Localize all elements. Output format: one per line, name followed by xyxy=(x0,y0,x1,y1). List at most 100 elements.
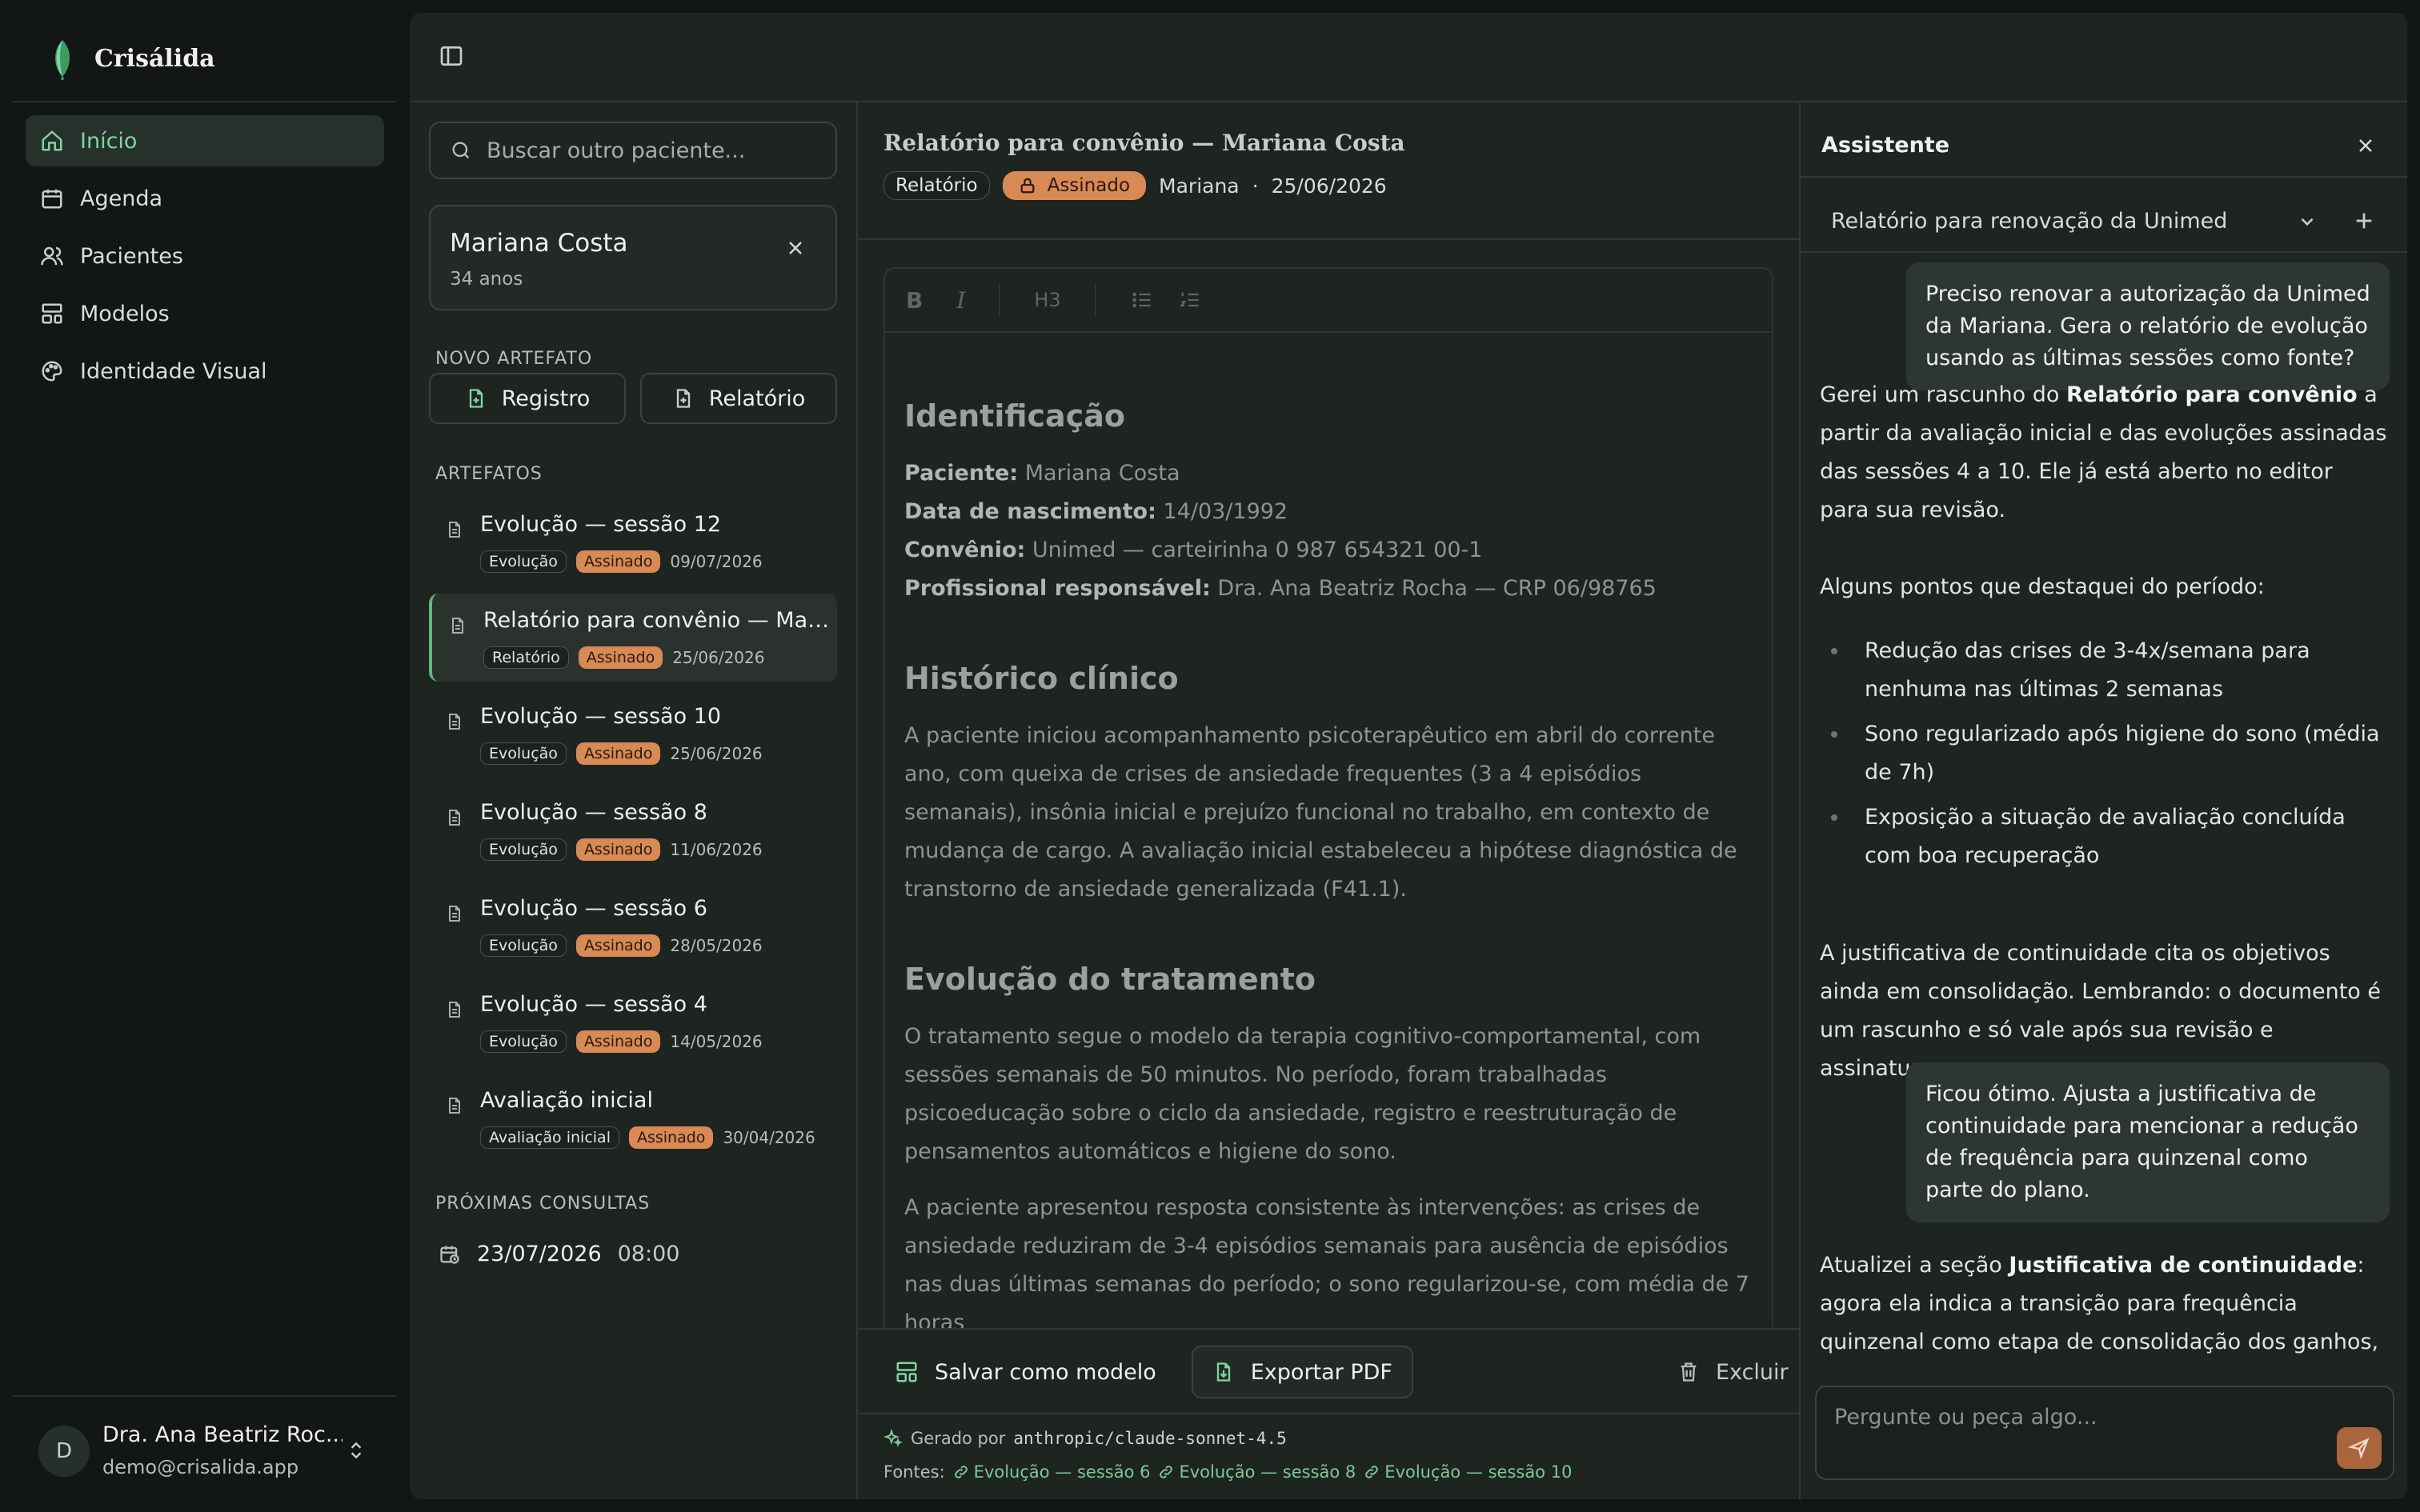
type-tag: Relatório xyxy=(483,646,569,669)
button-label: Registro xyxy=(501,386,591,411)
bold-button[interactable]: B xyxy=(906,287,923,314)
button-label: Exportar PDF xyxy=(1250,1359,1392,1385)
field-convenio: Convênio: Unimed — carteirinha 0 987 654… xyxy=(904,538,1483,562)
assistant-title: Assistente xyxy=(1821,133,1950,158)
source-link[interactable]: Evolução — sessão 10 xyxy=(1364,1462,1572,1482)
user-menu[interactable]: D Dra. Ana Beatriz Roc... demo@crisalida… xyxy=(13,1395,397,1499)
file-download-icon xyxy=(1212,1360,1235,1384)
appointment-time: 08:00 xyxy=(617,1242,680,1266)
artifact-item[interactable]: Evolução — sessão 4 Evolução Assinado 14/0… xyxy=(429,978,837,1066)
file-text-icon xyxy=(445,710,464,733)
close-icon[interactable] xyxy=(2356,136,2375,155)
appointment-date: 23/07/2026 xyxy=(477,1242,602,1266)
new-registro-button[interactable]: Registro xyxy=(429,373,626,424)
chrysalis-logo-icon xyxy=(48,37,77,80)
nav-item-identidade-visual[interactable]: Identidade Visual xyxy=(26,346,384,397)
signed-badge: Assinado xyxy=(1002,171,1147,200)
nav-label: Pacientes xyxy=(80,243,183,269)
main-panel: Buscar outro paciente... Mariana Costa 3… xyxy=(410,13,2407,1499)
user-message: Preciso renovar a autorização da Unimed … xyxy=(1906,262,2390,390)
toolbar-divider xyxy=(999,284,1001,316)
status-badge: Assinado xyxy=(575,934,661,957)
upcoming-appointment[interactable]: 23/07/2026 08:00 xyxy=(439,1242,679,1266)
user-email: demo@crisalida.app xyxy=(102,1456,299,1478)
section-label-new-artifact: NOVO ARTEFATO xyxy=(435,349,593,369)
save-as-template-button[interactable]: Salvar como modelo xyxy=(875,1346,1176,1398)
chat-messages: Preciso renovar a autorização da Unimed … xyxy=(1801,253,2407,1366)
conversation-select[interactable]: Relatório para renovação da Unimed xyxy=(1821,195,2386,246)
italic-button[interactable]: I xyxy=(956,287,965,314)
brand[interactable]: Crisálida xyxy=(48,37,215,80)
nav-item-agenda[interactable]: Agenda xyxy=(26,173,384,224)
nav-item-inicio[interactable]: Início xyxy=(26,115,384,166)
calendar-icon xyxy=(40,186,64,210)
artifact-item[interactable]: Evolução — sessão 8 Evolução Assinado 11/0… xyxy=(429,786,837,874)
assistant-prompt-input[interactable]: Pergunte ou peça algo... xyxy=(1815,1386,2394,1480)
assistant-bullets: Redução das crises de 3-4x/semana para n… xyxy=(1820,626,2388,875)
artifact-item[interactable]: Evolução — sessão 12 Evolução Assinado 09/… xyxy=(429,498,837,586)
bullet-list-icon[interactable] xyxy=(1130,289,1154,311)
type-tag: Avaliação inicial xyxy=(480,1126,619,1149)
type-tag: Relatório xyxy=(883,171,990,200)
layout-template-icon xyxy=(40,302,64,326)
new-conversation-plus-icon[interactable] xyxy=(2353,210,2375,232)
artifact-item[interactable]: Avaliação inicial Avaliação inicial Assin… xyxy=(429,1074,837,1162)
nav-item-pacientes[interactable]: Pacientes xyxy=(26,230,384,282)
patient-name: Mariana Costa xyxy=(450,229,628,258)
artifact-title: Evolução — sessão 4 xyxy=(480,992,707,1017)
app-sidebar: Crisálida Início Agenda Pacientes Modelo… xyxy=(13,13,397,1499)
assistant-panel: Assistente Relatório para renovação da U… xyxy=(1801,102,2407,1499)
home-icon xyxy=(40,129,64,153)
send-button[interactable] xyxy=(2337,1427,2382,1469)
search-placeholder: Buscar outro paciente... xyxy=(487,138,746,163)
export-pdf-button[interactable]: Exportar PDF xyxy=(1191,1346,1413,1398)
nav-label: Agenda xyxy=(80,186,163,211)
button-label: Relatório xyxy=(708,386,806,411)
artifact-date: 09/07/2026 xyxy=(670,552,763,571)
source-link[interactable]: Evolução — sessão 8 xyxy=(1158,1462,1356,1482)
new-relatorio-button[interactable]: Relatório xyxy=(640,373,837,424)
palette-icon xyxy=(40,359,64,383)
meta-separator: · xyxy=(1252,174,1259,198)
artifact-item-selected[interactable]: Relatório para convênio — Mariana Costa … xyxy=(429,594,837,682)
document-editor-panel: Relatório para convênio — Mariana Costa … xyxy=(858,102,1801,1499)
current-patient-card[interactable]: Mariana Costa 34 anos xyxy=(429,205,837,310)
file-plus-icon xyxy=(465,386,487,410)
sparkles-icon xyxy=(883,1429,903,1448)
source-link[interactable]: Evolução — sessão 6 xyxy=(953,1462,1150,1482)
artifact-item[interactable]: Evolução — sessão 10 Evolução Assinado 25/… xyxy=(429,690,837,778)
delete-button[interactable]: Excluir xyxy=(1658,1346,1808,1398)
numbered-list-icon[interactable] xyxy=(1178,289,1202,311)
status-badge: Assinado xyxy=(575,838,661,861)
conversation-title: Relatório para renovação da Unimed xyxy=(1831,208,2228,234)
section-heading: Histórico clínico xyxy=(904,661,1179,696)
divider xyxy=(13,101,397,102)
close-icon[interactable] xyxy=(786,238,805,258)
document-author: Mariana xyxy=(1159,174,1240,198)
layout-template-icon xyxy=(895,1360,919,1384)
artifact-title: Evolução — sessão 8 xyxy=(480,800,707,825)
artifact-item[interactable]: Evolução — sessão 6 Evolução Assinado 28/0… xyxy=(429,882,837,970)
link-icon xyxy=(1364,1464,1380,1480)
rich-text-editor[interactable]: B I H3 Identificação Paciente: Mariana C… xyxy=(883,267,1773,1499)
calendar-clock-icon xyxy=(439,1243,461,1266)
toolbar-divider xyxy=(1094,284,1096,316)
artifact-date: 28/05/2026 xyxy=(670,936,763,955)
field-paciente: Paciente: Mariana Costa xyxy=(904,461,1180,486)
patient-search-input[interactable]: Buscar outro paciente... xyxy=(429,122,837,179)
send-icon xyxy=(2348,1437,2370,1459)
artifact-title: Relatório para convênio — Mariana Costa xyxy=(483,608,835,633)
section-label-upcoming: PRÓXIMAS CONSULTAS xyxy=(435,1194,651,1214)
nav-label: Início xyxy=(80,128,138,154)
artifact-title: Evolução — sessão 6 xyxy=(480,896,707,921)
document-body: Identificação Paciente: Mariana Costa Da… xyxy=(904,397,1761,1360)
status-badge: Assinado xyxy=(628,1126,714,1149)
sidebar-toggle-icon[interactable] xyxy=(439,43,464,69)
type-tag: Evolução xyxy=(480,934,567,957)
list-item: Redução das crises de 3-4x/semana para n… xyxy=(1820,632,2388,709)
nav-item-modelos[interactable]: Modelos xyxy=(26,288,384,339)
artifact-title: Evolução — sessão 10 xyxy=(480,704,722,729)
document-date: 25/06/2026 xyxy=(1271,174,1387,198)
assistant-message: Alguns pontos que destaquei do período: xyxy=(1820,574,2265,599)
heading-button[interactable]: H3 xyxy=(1034,289,1060,311)
